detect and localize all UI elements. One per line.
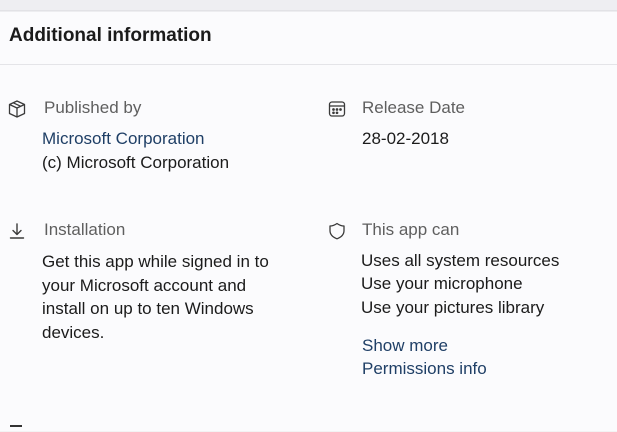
section-title: Additional information [9, 25, 212, 46]
installation-line: install on up to ten Windows [42, 299, 254, 318]
calendar-icon [327, 99, 347, 119]
installation-text: Get this app while signed in to your Mic… [42, 250, 292, 344]
section-header: Additional information [0, 11, 617, 65]
download-icon [7, 221, 27, 241]
installation-label: Installation [44, 220, 126, 239]
installation-line: Get this app while signed in to [42, 252, 269, 271]
copyright-text: (c) Microsoft Corporation [42, 153, 230, 172]
installation-line: devices. [42, 322, 105, 342]
release-date-value: 28-02-2018 [362, 129, 449, 148]
permission-item: Use your microphone [361, 274, 523, 293]
package-icon [7, 99, 27, 119]
installation-line: your Microsoft account and [42, 275, 247, 295]
next-section-icon [10, 425, 22, 432]
shield-icon [327, 221, 347, 241]
permission-item: Use your pictures library [361, 298, 545, 317]
permissions-info-link[interactable]: Permissions info [362, 359, 487, 379]
show-more-link[interactable]: Show more [362, 336, 448, 356]
permission-item: Uses all system resources [361, 251, 560, 270]
top-strip [0, 0, 617, 11]
publisher-link[interactable]: Microsoft Corporation [42, 129, 205, 149]
published-by-label: Published by [44, 98, 142, 117]
release-date-label: Release Date [362, 98, 466, 117]
permissions-label: This app can [362, 220, 460, 239]
